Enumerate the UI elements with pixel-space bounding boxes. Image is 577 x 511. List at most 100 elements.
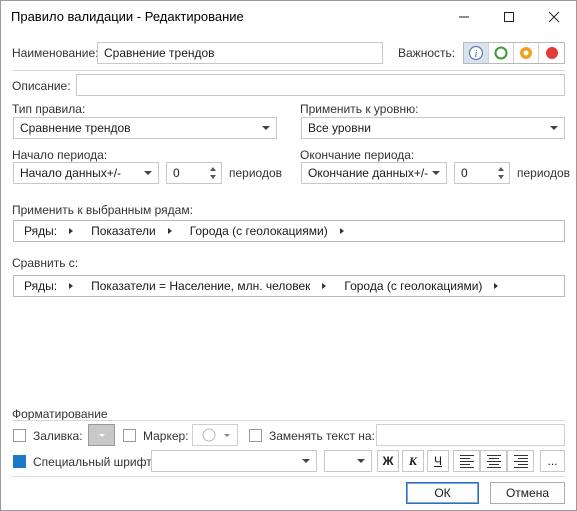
special-font-checkbox[interactable] bbox=[13, 455, 26, 468]
chevron-down-icon bbox=[98, 433, 105, 437]
apply-level-label: Применить к уровню: bbox=[300, 102, 419, 116]
period-end-value: Окончание данных+/- bbox=[308, 166, 429, 180]
chevron-down-icon bbox=[144, 171, 152, 175]
period-start-unit: периодов bbox=[229, 166, 283, 180]
rule-type-select[interactable]: Сравнение трендов bbox=[13, 117, 277, 139]
marker-circle-icon bbox=[202, 428, 216, 442]
fill-checkbox[interactable] bbox=[13, 429, 26, 442]
chevron-right-icon bbox=[69, 228, 74, 234]
chevron-right-icon bbox=[322, 283, 327, 289]
severity-label: Важность: bbox=[398, 46, 456, 60]
formatting-label: Форматирование bbox=[12, 407, 108, 421]
chevron-down-icon bbox=[432, 171, 440, 175]
chevron-down-icon bbox=[550, 126, 558, 130]
chevron-down-icon bbox=[224, 433, 230, 437]
more-options-button[interactable]: ... bbox=[540, 450, 565, 472]
severity-red-button[interactable] bbox=[539, 43, 564, 63]
underline-button[interactable]: Ч bbox=[427, 450, 449, 472]
replace-text-checkbox[interactable] bbox=[249, 429, 262, 442]
rule-type-label: Тип правила: bbox=[12, 102, 86, 116]
check-icon bbox=[16, 458, 23, 465]
divider bbox=[13, 476, 565, 477]
period-end-label: Окончание периода: bbox=[300, 148, 415, 162]
marker-picker[interactable] bbox=[192, 424, 238, 446]
divider bbox=[13, 420, 565, 421]
period-end-count[interactable]: 0 bbox=[454, 162, 510, 184]
font-family-select[interactable] bbox=[151, 450, 317, 472]
description-label: Описание: bbox=[12, 79, 71, 93]
align-right-icon bbox=[513, 454, 528, 468]
maximize-button[interactable] bbox=[486, 1, 531, 32]
fill-color-picker[interactable] bbox=[88, 424, 115, 446]
period-end-unit: периодов bbox=[517, 166, 571, 180]
special-font-label: Специальный шрифт: bbox=[33, 455, 156, 469]
chevron-right-icon bbox=[494, 283, 499, 289]
chevron-down-icon bbox=[262, 126, 270, 130]
cancel-button[interactable]: Отмена bbox=[490, 482, 565, 504]
compare-seg-cities[interactable]: Города (с геолокациями) bbox=[344, 279, 482, 293]
bold-button[interactable]: Ж bbox=[377, 450, 399, 472]
info-icon: i bbox=[468, 45, 484, 61]
replace-text-label: Заменять текст на: bbox=[269, 429, 375, 443]
fill-label: Заливка: bbox=[33, 429, 83, 443]
align-center-icon bbox=[486, 454, 501, 468]
marker-checkbox[interactable] bbox=[123, 429, 136, 442]
dialog-window: Правило валидации - Редактирование Наиме… bbox=[0, 0, 577, 511]
apply-rows-label: Применить к выбранным рядам: bbox=[12, 203, 193, 217]
description-input[interactable] bbox=[76, 74, 565, 96]
chevron-right-icon bbox=[69, 283, 74, 289]
rule-type-value: Сравнение трендов bbox=[20, 121, 131, 135]
close-button[interactable] bbox=[531, 1, 576, 32]
period-end-select[interactable]: Окончание данных+/- bbox=[301, 162, 447, 184]
apply-rows-seg-rows[interactable]: Ряды: bbox=[24, 224, 57, 238]
compare-seg-rows[interactable]: Ряды: bbox=[24, 279, 57, 293]
spin-down-icon[interactable] bbox=[210, 175, 216, 179]
apply-level-value: Все уровни bbox=[308, 121, 371, 135]
period-start-label: Начало периода: bbox=[12, 148, 108, 162]
title-bar: Правило валидации - Редактирование bbox=[1, 1, 576, 32]
divider bbox=[13, 70, 565, 71]
name-input[interactable]: Сравнение трендов bbox=[97, 42, 383, 64]
compare-seg-indicators[interactable]: Показатели = Население, млн. человек bbox=[91, 279, 310, 293]
chevron-down-icon bbox=[302, 459, 310, 463]
green-circle-icon bbox=[494, 46, 508, 60]
period-start-value: Начало данных+/- bbox=[20, 166, 122, 180]
replace-text-input[interactable] bbox=[376, 424, 565, 446]
compare-label: Сравнить с: bbox=[12, 256, 79, 270]
apply-level-select[interactable]: Все уровни bbox=[301, 117, 565, 139]
period-start-count-value: 0 bbox=[173, 166, 180, 180]
period-start-select[interactable]: Начало данных+/- bbox=[13, 162, 159, 184]
spin-up-icon[interactable] bbox=[498, 167, 504, 171]
window-title: Правило валидации - Редактирование bbox=[11, 9, 244, 24]
severity-info-button[interactable]: i bbox=[464, 43, 489, 63]
compare-selector[interactable]: Ряды: Показатели = Население, млн. челов… bbox=[13, 275, 565, 297]
align-left-button[interactable] bbox=[453, 450, 480, 472]
align-center-button[interactable] bbox=[480, 450, 507, 472]
severity-orange-button[interactable] bbox=[514, 43, 539, 63]
apply-rows-seg-indicators[interactable]: Показатели bbox=[91, 224, 156, 238]
name-label: Наименование: bbox=[12, 46, 99, 60]
marker-label: Маркер: bbox=[143, 429, 189, 443]
chevron-down-icon bbox=[357, 459, 365, 463]
align-right-button[interactable] bbox=[507, 450, 534, 472]
red-circle-icon bbox=[545, 47, 558, 59]
severity-selector: i bbox=[463, 42, 565, 64]
orange-circle-icon bbox=[520, 47, 532, 59]
align-left-icon bbox=[459, 454, 474, 468]
apply-rows-selector[interactable]: Ряды: Показатели Города (с геолокациями) bbox=[13, 220, 565, 242]
chevron-right-icon bbox=[339, 228, 344, 234]
minimize-button[interactable] bbox=[441, 1, 486, 32]
ok-button[interactable]: ОК bbox=[406, 482, 479, 504]
italic-button[interactable]: К bbox=[402, 450, 424, 472]
svg-text:i: i bbox=[475, 49, 478, 60]
apply-rows-seg-cities[interactable]: Города (с геолокациями) bbox=[190, 224, 328, 238]
period-end-count-value: 0 bbox=[461, 166, 468, 180]
font-size-select[interactable] bbox=[324, 450, 372, 472]
spin-down-icon[interactable] bbox=[498, 175, 504, 179]
maximize-icon bbox=[503, 11, 514, 22]
spin-up-icon[interactable] bbox=[210, 167, 216, 171]
severity-green-button[interactable] bbox=[489, 43, 514, 63]
period-start-count[interactable]: 0 bbox=[166, 162, 222, 184]
close-icon bbox=[548, 11, 559, 22]
minimize-icon bbox=[458, 16, 469, 17]
